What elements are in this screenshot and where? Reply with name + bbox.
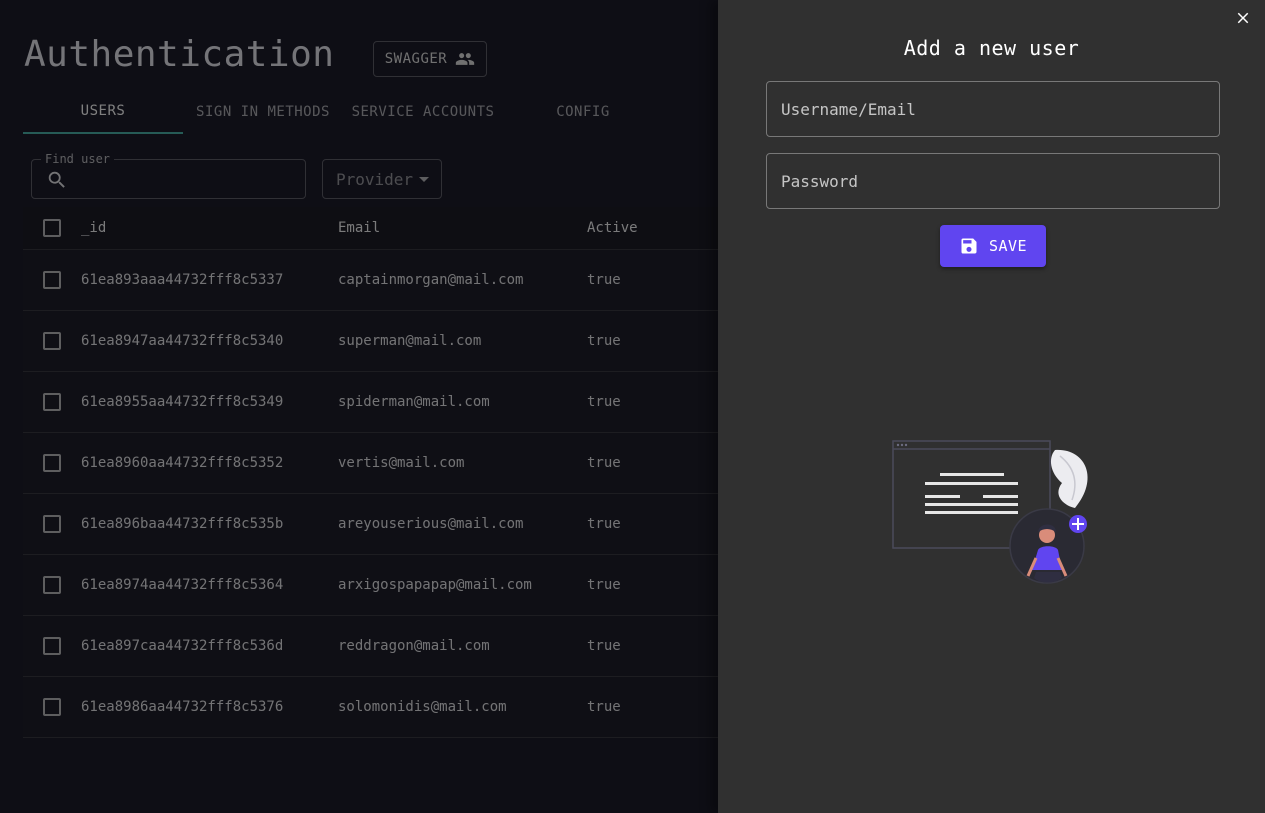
- drawer-title: Add a new user: [903, 36, 1080, 60]
- password-input[interactable]: [766, 153, 1220, 209]
- save-button[interactable]: SAVE: [940, 225, 1046, 267]
- add-user-drawer: Add a new user SAVE: [718, 0, 1265, 813]
- drawer-backdrop[interactable]: [0, 0, 718, 813]
- close-drawer-button[interactable]: [1233, 8, 1253, 28]
- save-label: SAVE: [988, 237, 1028, 255]
- add-user-illustration: [892, 440, 1088, 584]
- username-email-input[interactable]: [766, 81, 1220, 137]
- floppy-disk-icon: [961, 238, 977, 254]
- close-icon: [1237, 12, 1249, 24]
